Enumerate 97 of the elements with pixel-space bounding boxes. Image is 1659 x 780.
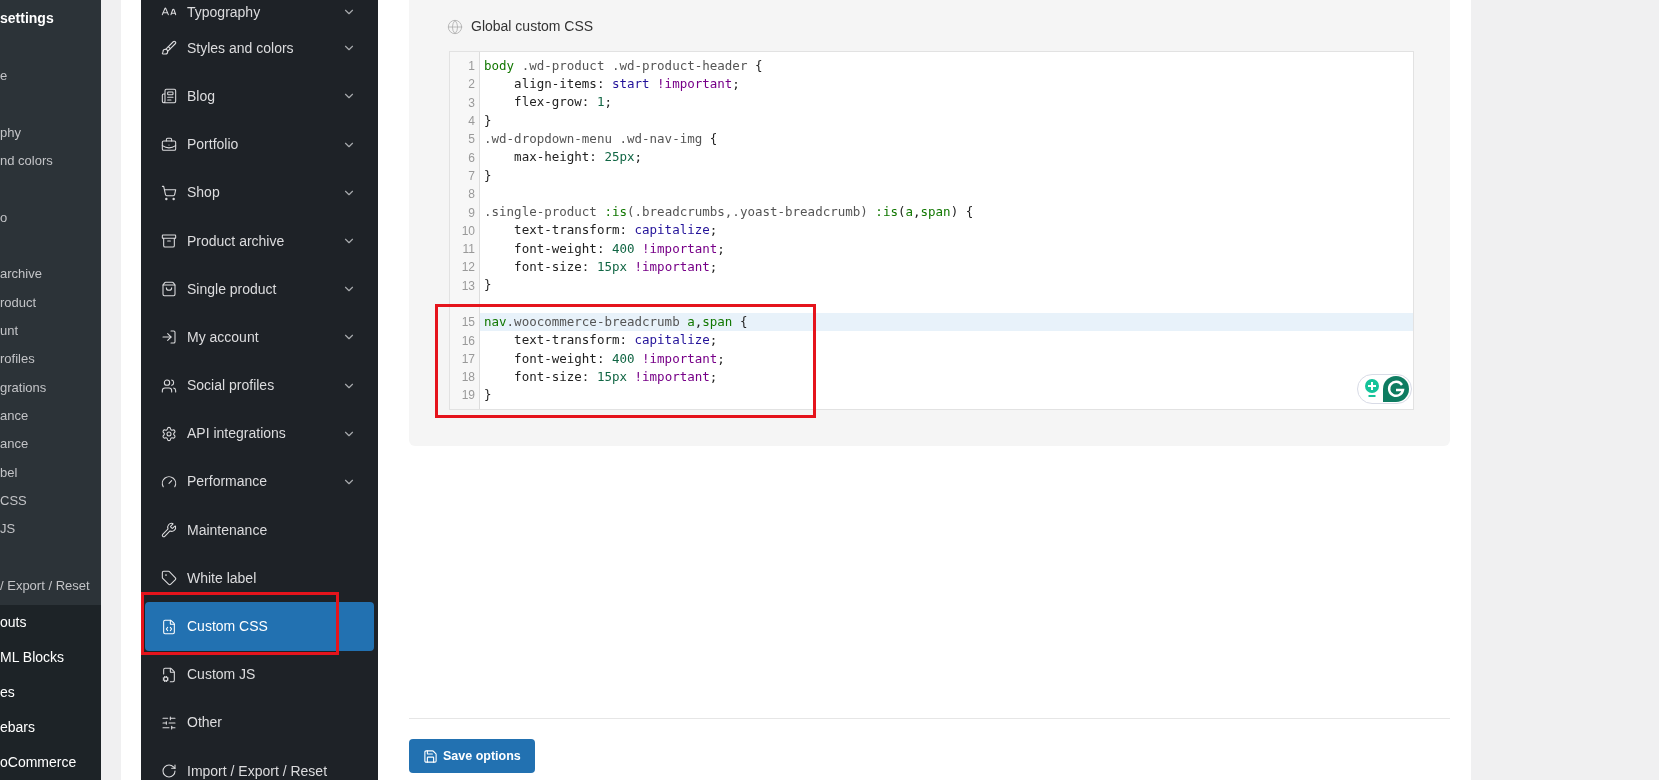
line-number: 8 [468, 186, 475, 204]
archive-icon [161, 233, 177, 250]
admin-submenu-item[interactable]: o [0, 207, 8, 228]
admin-submenu-item[interactable]: rofiles [0, 349, 35, 369]
code-line: .wd-dropdown-menu .wd-nav-img { [483, 129, 718, 148]
sliders-icon [161, 714, 177, 731]
bag-icon [161, 281, 177, 298]
line-number: 18 [461, 369, 475, 387]
tag-icon [161, 570, 177, 587]
line-number: 13 [461, 277, 475, 295]
admin-submenu-item[interactable]: roduct [0, 292, 37, 313]
file-code-icon [161, 618, 177, 635]
admin-submenu-item[interactable]: phy [0, 123, 21, 143]
line-number: 11 [462, 241, 475, 259]
options-menu-item[interactable]: White label [145, 554, 374, 603]
line-number: 15 [461, 314, 475, 332]
line-number: 9 [468, 204, 475, 222]
assistant-logo-icon [1383, 375, 1409, 402]
line-number: 2 [468, 76, 475, 94]
line-number: 19 [461, 387, 475, 405]
file-gear-icon [161, 666, 177, 683]
code-line: } [483, 276, 492, 295]
admin-submenu-item[interactable]: ance [0, 405, 29, 426]
admin-submenu-item[interactable]: CSS [0, 490, 27, 511]
code-line: font-weight: 400 !important; [513, 349, 725, 368]
options-menu-item[interactable]: Product archive [145, 216, 374, 266]
options-menu-item[interactable]: Maintenance [145, 506, 374, 555]
code-line: nav.woocommerce-breadcrumb a,span { [483, 312, 748, 331]
briefcase-icon [161, 136, 177, 153]
code-line: body .wd-product .wd-product-header { [483, 56, 763, 75]
admin-submenu-item[interactable]: unt [0, 321, 19, 341]
admin-menu-item[interactable]: ebars [0, 717, 36, 738]
line-number: 1 [468, 58, 475, 76]
code-line: text-transform: capitalize; [513, 221, 718, 240]
admin-submenu-item[interactable]: nd colors [0, 151, 53, 171]
options-menu-item[interactable]: Blog [145, 72, 374, 121]
line-number: 4 [468, 113, 475, 131]
code-line: .single-product :is(.breadcrumbs,.yoast-breadcrumb) :is(a,span) { [483, 203, 974, 222]
admin-submenu-item[interactable]: ance [0, 434, 29, 454]
options-menu-item[interactable]: Typography [145, 0, 374, 25]
options-menu-item[interactable]: Other [145, 698, 374, 747]
admin-submenu-item[interactable]: JS [0, 519, 16, 539]
admin-submenu-item[interactable]: / Export / Reset [0, 575, 90, 596]
code-line: } [483, 111, 492, 130]
code-line: font-weight: 400 !important; [513, 239, 725, 258]
line-number: 17 [461, 350, 475, 368]
options-menu-item[interactable]: Custom JS [145, 650, 374, 699]
line-number: 12 [461, 259, 475, 277]
options-menu-item[interactable]: Shop [145, 168, 374, 217]
options-menu-item[interactable]: My account [145, 313, 374, 362]
code-line: text-transform: capitalize; [513, 331, 718, 350]
line-number: 10 [461, 222, 475, 240]
code-line: align-items: start !important; [513, 75, 740, 94]
newspaper-icon [161, 88, 177, 105]
save-button[interactable]: Save options [409, 739, 535, 773]
save-icon [423, 748, 438, 764]
brush-icon [161, 40, 177, 57]
line-number: 16 [461, 332, 475, 350]
gauge-icon [161, 473, 177, 490]
cart-icon [161, 184, 177, 201]
admin-submenu-item[interactable]: archive [0, 264, 42, 284]
settings-icon [161, 425, 177, 442]
admin-menu-item[interactable]: outs [0, 612, 27, 633]
code-line: } [483, 386, 492, 405]
code-line: } [483, 166, 492, 185]
line-number: 6 [468, 149, 475, 167]
admin-submenu-item[interactable]: bel [0, 462, 18, 483]
writing-assistant-badge[interactable] [1357, 373, 1412, 404]
admin-submenu-item[interactable]: grations [0, 377, 47, 398]
options-menu-item[interactable]: Styles and colors [145, 24, 374, 73]
refresh-icon [161, 763, 177, 780]
options-menu-item[interactable]: Single product [145, 265, 374, 314]
section-title: Global custom CSS [471, 17, 594, 36]
lightbulb-icon [1364, 378, 1380, 399]
globe-icon [447, 18, 463, 35]
line-number: 7 [468, 167, 475, 185]
login-icon [161, 329, 177, 346]
code-line: font-size: 15px !important; [513, 367, 718, 386]
admin-submenu-item[interactable]: e [0, 66, 8, 86]
options-menu-item[interactable]: Custom CSS [145, 602, 374, 651]
code-line: max-height: 25px; [513, 148, 643, 167]
options-menu-item[interactable]: Performance [145, 457, 374, 507]
options-menu-item[interactable]: Portfolio [145, 120, 374, 169]
code-editor[interactable] [449, 51, 1414, 410]
admin-menu-item[interactable]: es [0, 682, 15, 703]
options-menu-item[interactable]: API integrations [145, 409, 374, 458]
code-line: font-size: 15px !important; [513, 258, 718, 277]
line-number: 5 [468, 131, 475, 149]
wrench-icon [161, 522, 177, 539]
admin-menu-item[interactable]: oCommerce [0, 752, 77, 773]
admin-menu-heading[interactable]: settings [0, 7, 54, 29]
admin-menu-item[interactable]: ML Blocks [0, 647, 65, 668]
code-line: flex-grow: 1; [513, 93, 612, 112]
line-number: 3 [468, 94, 475, 112]
options-menu-item[interactable]: Import / Export / Reset [145, 747, 374, 780]
options-menu-item[interactable]: Social profiles [145, 361, 374, 410]
users-icon [161, 377, 177, 394]
